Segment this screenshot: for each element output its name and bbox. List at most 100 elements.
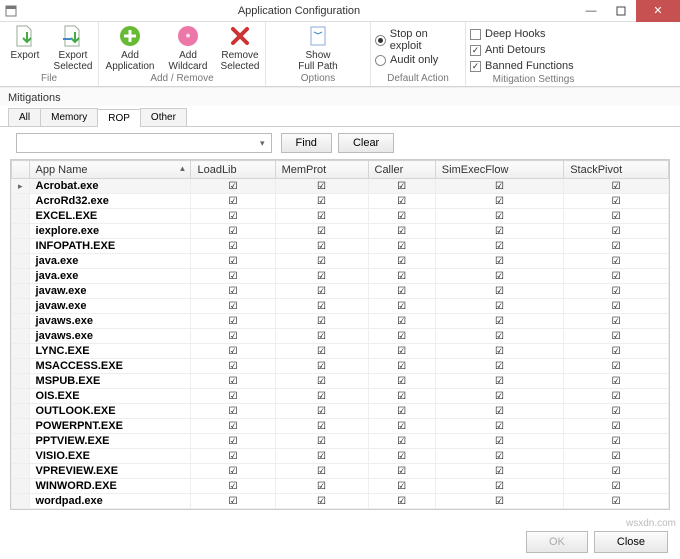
mitigation-checkbox[interactable]: ☑ — [275, 494, 368, 509]
mitigation-checkbox[interactable]: ☑ — [435, 284, 563, 299]
mitigation-checkbox[interactable]: ☑ — [368, 194, 435, 209]
row-selector[interactable] — [12, 449, 30, 464]
table-row[interactable]: OIS.EXE ☑☑☑☑☑ — [12, 389, 669, 404]
mitigation-checkbox[interactable]: ☑ — [368, 449, 435, 464]
mitigation-checkbox[interactable]: ☑ — [435, 329, 563, 344]
mitigation-checkbox[interactable]: ☑ — [368, 239, 435, 254]
table-row[interactable]: javaws.exe ☑☑☑☑☑ — [12, 329, 669, 344]
row-selector[interactable] — [12, 194, 30, 209]
mitigation-checkbox[interactable]: ☑ — [191, 404, 275, 419]
mitigation-checkbox[interactable]: ☑ — [368, 464, 435, 479]
tab-other[interactable]: Other — [140, 108, 187, 126]
mitigation-checkbox[interactable]: ☑ — [191, 239, 275, 254]
mitigation-checkbox[interactable]: ☑ — [275, 329, 368, 344]
mitigation-checkbox[interactable]: ☑ — [275, 404, 368, 419]
mitigation-checkbox[interactable]: ☑ — [275, 359, 368, 374]
anti-detours-checkbox[interactable]: Anti Detours — [470, 44, 597, 56]
mitigation-checkbox[interactable]: ☑ — [435, 194, 563, 209]
maximize-button[interactable] — [606, 0, 636, 22]
mitigation-checkbox[interactable]: ☑ — [564, 269, 669, 284]
close-window-button[interactable]: ✕ — [636, 0, 680, 22]
column-header[interactable]: MemProt — [275, 161, 368, 179]
mitigation-checkbox[interactable]: ☑ — [191, 359, 275, 374]
mitigation-checkbox[interactable]: ☑ — [564, 359, 669, 374]
mitigation-checkbox[interactable]: ☑ — [191, 464, 275, 479]
mitigation-checkbox[interactable]: ☑ — [564, 404, 669, 419]
mitigation-checkbox[interactable]: ☑ — [191, 179, 275, 194]
mitigation-checkbox[interactable]: ☑ — [435, 359, 563, 374]
mitigation-checkbox[interactable]: ☑ — [435, 449, 563, 464]
remove-selected-button[interactable]: Remove Selected — [219, 24, 261, 72]
mitigation-checkbox[interactable]: ☑ — [368, 284, 435, 299]
row-selector[interactable] — [12, 419, 30, 434]
mitigation-checkbox[interactable]: ☑ — [368, 329, 435, 344]
mitigation-checkbox[interactable]: ☑ — [564, 299, 669, 314]
mitigation-checkbox[interactable]: ☑ — [191, 224, 275, 239]
column-header[interactable]: SimExecFlow — [435, 161, 563, 179]
column-header[interactable]: Caller — [368, 161, 435, 179]
mitigation-checkbox[interactable]: ☑ — [368, 299, 435, 314]
mitigation-checkbox[interactable]: ☑ — [564, 209, 669, 224]
table-row[interactable]: java.exe ☑☑☑☑☑ — [12, 254, 669, 269]
mitigation-checkbox[interactable]: ☑ — [191, 209, 275, 224]
mitigation-checkbox[interactable]: ☑ — [564, 284, 669, 299]
add-wildcard-button[interactable]: * Add Wildcard — [163, 24, 213, 72]
table-row[interactable]: java.exe ☑☑☑☑☑ — [12, 269, 669, 284]
mitigation-checkbox[interactable]: ☑ — [275, 479, 368, 494]
mitigation-checkbox[interactable]: ☑ — [191, 389, 275, 404]
row-selector[interactable] — [12, 314, 30, 329]
mitigation-checkbox[interactable]: ☑ — [275, 344, 368, 359]
mitigation-checkbox[interactable]: ☑ — [564, 419, 669, 434]
deep-hooks-checkbox[interactable]: Deep Hooks — [470, 28, 597, 40]
mitigation-checkbox[interactable]: ☑ — [368, 479, 435, 494]
mitigation-checkbox[interactable]: ☑ — [275, 224, 368, 239]
mitigation-checkbox[interactable]: ☑ — [368, 209, 435, 224]
mitigation-checkbox[interactable]: ☑ — [275, 209, 368, 224]
mitigation-checkbox[interactable]: ☑ — [435, 269, 563, 284]
table-row[interactable]: INFOPATH.EXE ☑☑☑☑☑ — [12, 239, 669, 254]
mitigation-checkbox[interactable]: ☑ — [191, 419, 275, 434]
mitigation-checkbox[interactable]: ☑ — [435, 434, 563, 449]
mitigation-checkbox[interactable]: ☑ — [275, 434, 368, 449]
mitigation-checkbox[interactable]: ☑ — [435, 344, 563, 359]
mitigation-checkbox[interactable]: ☑ — [564, 239, 669, 254]
table-row[interactable]: POWERPNT.EXE ☑☑☑☑☑ — [12, 419, 669, 434]
mitigation-checkbox[interactable]: ☑ — [191, 374, 275, 389]
mitigation-checkbox[interactable]: ☑ — [564, 254, 669, 269]
mitigation-checkbox[interactable]: ☑ — [275, 299, 368, 314]
mitigation-checkbox[interactable]: ☑ — [564, 434, 669, 449]
table-row[interactable]: ▸ Acrobat.exe ☑☑☑☑☑ — [12, 179, 669, 194]
mitigation-checkbox[interactable]: ☑ — [275, 239, 368, 254]
column-header[interactable]: LoadLib — [191, 161, 275, 179]
row-selector[interactable] — [12, 239, 30, 254]
mitigation-checkbox[interactable]: ☑ — [564, 194, 669, 209]
show-full-path-button[interactable]: Show Full Path — [297, 24, 339, 72]
table-row[interactable]: MSPUB.EXE ☑☑☑☑☑ — [12, 374, 669, 389]
mitigation-checkbox[interactable]: ☑ — [368, 494, 435, 509]
mitigation-checkbox[interactable]: ☑ — [368, 269, 435, 284]
row-selector[interactable] — [12, 329, 30, 344]
mitigation-checkbox[interactable]: ☑ — [368, 224, 435, 239]
mitigation-checkbox[interactable]: ☑ — [275, 314, 368, 329]
mitigation-checkbox[interactable]: ☑ — [368, 344, 435, 359]
row-selector[interactable] — [12, 269, 30, 284]
row-selector[interactable] — [12, 374, 30, 389]
mitigation-checkbox[interactable]: ☑ — [435, 494, 563, 509]
table-row[interactable]: EXCEL.EXE ☑☑☑☑☑ — [12, 209, 669, 224]
banned-functions-checkbox[interactable]: Banned Functions — [470, 60, 597, 72]
close-button[interactable]: Close — [594, 531, 668, 553]
tab-all[interactable]: All — [8, 108, 41, 126]
table-row[interactable]: PPTVIEW.EXE ☑☑☑☑☑ — [12, 434, 669, 449]
tab-rop[interactable]: ROP — [97, 109, 141, 127]
mitigation-checkbox[interactable]: ☑ — [564, 179, 669, 194]
mitigation-checkbox[interactable]: ☑ — [368, 179, 435, 194]
mitigation-checkbox[interactable]: ☑ — [368, 374, 435, 389]
mitigation-checkbox[interactable]: ☑ — [564, 449, 669, 464]
mitigation-checkbox[interactable]: ☑ — [275, 449, 368, 464]
mitigation-checkbox[interactable]: ☑ — [275, 464, 368, 479]
mitigation-checkbox[interactable]: ☑ — [368, 359, 435, 374]
row-selector[interactable] — [12, 359, 30, 374]
table-row[interactable]: wordpad.exe ☑☑☑☑☑ — [12, 494, 669, 509]
table-row[interactable]: LYNC.EXE ☑☑☑☑☑ — [12, 344, 669, 359]
row-selector[interactable] — [12, 224, 30, 239]
